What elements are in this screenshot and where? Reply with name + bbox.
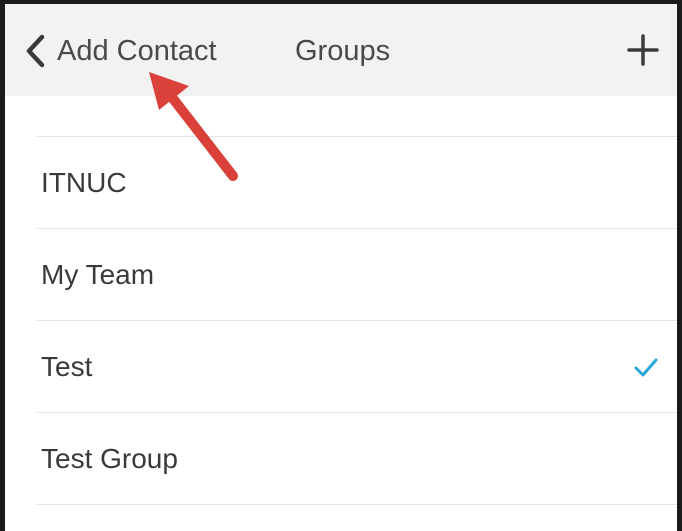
page-title: Groups <box>295 35 391 67</box>
list-item[interactable]: My Team <box>37 229 677 321</box>
navigation-bar: Add Contact Groups <box>5 4 677 96</box>
group-label: Test Group <box>41 442 178 474</box>
back-button[interactable]: Add Contact <box>23 32 217 70</box>
checkmark-icon <box>633 356 659 378</box>
app-window: Add Contact Groups ITNUC My Team Test Te… <box>0 0 682 531</box>
group-label: Test <box>41 350 93 382</box>
groups-list: ITNUC My Team Test Test Group <box>37 136 677 505</box>
list-item[interactable]: Test <box>37 321 677 413</box>
list-item[interactable]: Test Group <box>37 413 677 505</box>
group-label: ITNUC <box>41 166 127 198</box>
add-group-button[interactable] <box>623 30 663 70</box>
back-button-label: Add Contact <box>57 35 217 67</box>
group-label: My Team <box>41 258 155 290</box>
chevron-left-icon <box>23 32 49 70</box>
plus-icon <box>623 30 663 70</box>
list-item[interactable]: ITNUC <box>37 137 677 229</box>
